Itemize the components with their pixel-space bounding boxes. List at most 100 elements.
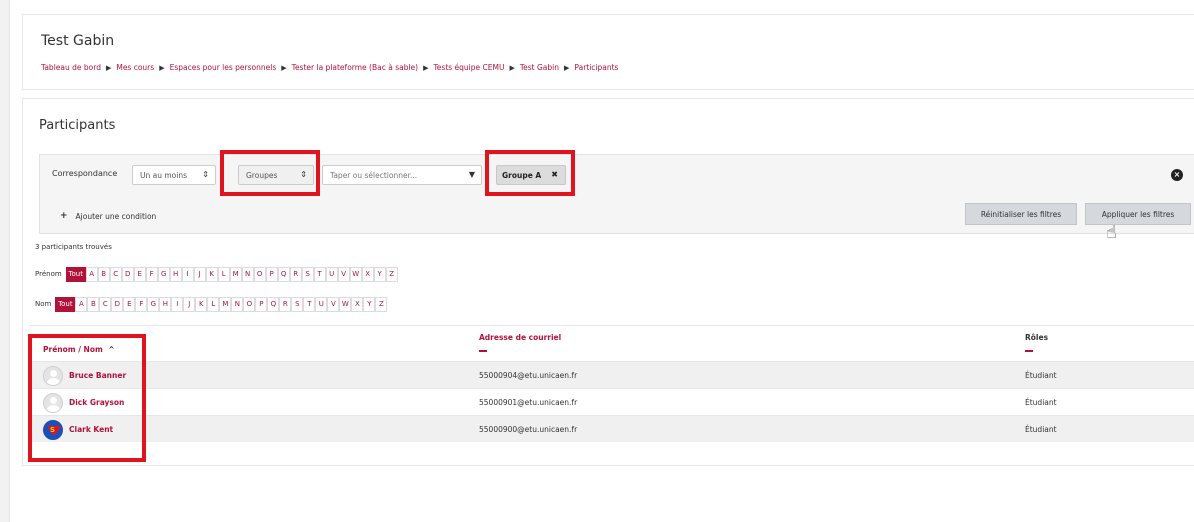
initial-letter-button[interactable]: U [315,296,328,312]
initial-letter-button[interactable]: Q [267,296,280,312]
initial-letter-button[interactable]: K [195,296,208,312]
email-cell: 55000900@etu.unicaen.fr [479,425,578,434]
match-select[interactable]: Un au moins ⇕ [132,165,216,185]
participants-panel: Participants Correspondance Un au moins … [22,98,1194,466]
initial-letter-button[interactable]: L [207,296,220,312]
match-select-value: Un au moins [140,170,187,180]
participant-name-link[interactable]: Clark Kent [69,425,113,434]
initial-letter-button[interactable]: D [111,296,124,312]
initial-letter-button[interactable]: J [183,296,196,312]
add-condition-label: Ajouter une condition [75,211,157,221]
participants-count: 3 participants trouvés [35,243,112,251]
initial-letter-button[interactable]: T [303,296,316,312]
breadcrumb-item[interactable]: Test Gabin [520,63,559,72]
initial-letter-button[interactable]: C [99,296,112,312]
initial-letter-button[interactable]: G [147,296,160,312]
initial-letter-button[interactable]: C [109,266,122,282]
initial-letter-button[interactable]: N [231,296,244,312]
initial-letter-button[interactable]: I [181,266,194,282]
initial-letter-button[interactable]: E [133,266,146,282]
initial-letter-button[interactable]: O [243,296,256,312]
initial-letter-button[interactable]: L [217,266,230,282]
initial-letter-button[interactable]: N [241,266,254,282]
name-cell: Dick Grayson [43,389,124,416]
initial-letter-button[interactable]: Z [385,266,398,282]
initial-letter-button[interactable]: V [337,266,350,282]
initial-letter-button[interactable]: S [301,266,314,282]
initial-letter-button[interactable]: Y [373,266,386,282]
collapse-column-icon[interactable] [479,350,487,352]
initial-letter-button[interactable]: M [229,266,242,282]
table-row: Bruce Banner 55000904@etu.unicaen.fr Étu… [29,361,1194,388]
participant-name-link[interactable]: Bruce Banner [69,371,126,380]
initial-letter-button[interactable]: A [85,266,98,282]
section-title: Participants [39,118,116,133]
initial-letter-button[interactable]: B [97,266,110,282]
initial-letter-button[interactable]: R [289,266,302,282]
initial-letter-button[interactable]: V [327,296,340,312]
initial-letter-button[interactable]: E [123,296,136,312]
initial-letter-button[interactable]: O [253,266,266,282]
table-row: S Clark Kent 55000900@etu.unicaen.fr Étu… [29,415,1194,442]
initial-letter-button[interactable]: Z [375,296,388,312]
page-title: Test Gabin [41,33,115,49]
filter-value-autocomplete[interactable]: Taper ou sélectionner... ▼ [322,165,482,185]
table-row: Dick Grayson 55000901@etu.unicaen.fr Étu… [29,388,1194,415]
initial-letter-button[interactable]: W [339,296,352,312]
initial-letter-button[interactable]: X [351,296,364,312]
initial-letter-button[interactable]: M [219,296,232,312]
initial-all-button[interactable]: Tout [65,266,86,282]
filter-type-select[interactable]: Groupes ⇕ [238,165,314,185]
selected-group-tag[interactable]: Groupe A ✖ [496,165,566,185]
initial-letter-button[interactable]: Q [277,266,290,282]
initial-letter-button[interactable]: H [159,296,172,312]
initial-letter-button[interactable]: F [135,296,148,312]
initial-letter-button[interactable]: S [291,296,304,312]
breadcrumb-item-current[interactable]: Participants [574,63,618,72]
breadcrumb-item[interactable]: Tableau de bord [41,63,101,72]
initial-letter-button[interactable]: P [255,296,268,312]
initial-letter-button[interactable]: X [361,266,374,282]
left-sidebar-strip [0,0,10,522]
initial-letter-button[interactable]: W [349,266,362,282]
initial-letter-button[interactable]: B [87,296,100,312]
initial-letter-button[interactable]: A [75,296,88,312]
initial-letter-button[interactable]: D [121,266,134,282]
superman-avatar-icon: S [43,419,63,440]
initial-letter-button[interactable]: K [205,266,218,282]
participant-name-link[interactable]: Dick Grayson [69,398,124,407]
initial-letter-button[interactable]: P [265,266,278,282]
initial-letter-button[interactable]: F [145,266,158,282]
role-cell: Étudiant [1025,398,1057,407]
lastname-initials-label: Nom [35,300,52,308]
breadcrumb-item[interactable]: Tests équipe CEMU [433,63,504,72]
remove-filter-row-icon[interactable]: × [1171,169,1183,181]
remove-tag-icon[interactable]: ✖ [551,170,558,179]
table-divider [29,325,1194,326]
initial-letter-button[interactable]: H [169,266,182,282]
plus-icon: + [60,211,68,221]
initial-all-button[interactable]: Tout [55,296,76,312]
role-cell: Étudiant [1025,371,1057,380]
breadcrumb-separator-icon: ▶ [159,63,165,72]
column-header-email-label: Adresse de courriel [479,333,562,342]
breadcrumb-item[interactable]: Tester la plateforme (Bac à sable) [292,63,418,72]
column-header-name-label: Prénom / Nom [43,345,103,354]
column-header-roles-label: Rôles [1025,333,1049,342]
lastname-initials-bar: Nom Tout ABCDEFGHIJKLMNOPQRSTUVWXYZ [35,296,388,312]
initial-letter-button[interactable]: G [157,266,170,282]
initial-letter-button[interactable]: R [279,296,292,312]
breadcrumb-item[interactable]: Mes cours [116,63,154,72]
initial-letter-button[interactable]: Y [363,296,376,312]
initial-letter-button[interactable]: U [325,266,338,282]
add-condition-button[interactable]: + Ajouter une condition [60,211,156,221]
initial-letter-button[interactable]: I [171,296,184,312]
collapse-column-icon[interactable] [1025,350,1033,352]
dropdown-arrow-icon[interactable]: ▼ [469,170,475,179]
apply-filters-button[interactable]: Appliquer les filtres [1085,203,1191,225]
initial-letter-button[interactable]: J [193,266,206,282]
breadcrumb-item[interactable]: Espaces pour les personnels [170,63,277,72]
page-header: Test Gabin Tableau de bord ▶ Mes cours ▶… [22,14,1194,90]
reset-filters-button[interactable]: Réinitialiser les filtres [965,203,1077,225]
initial-letter-button[interactable]: T [313,266,326,282]
